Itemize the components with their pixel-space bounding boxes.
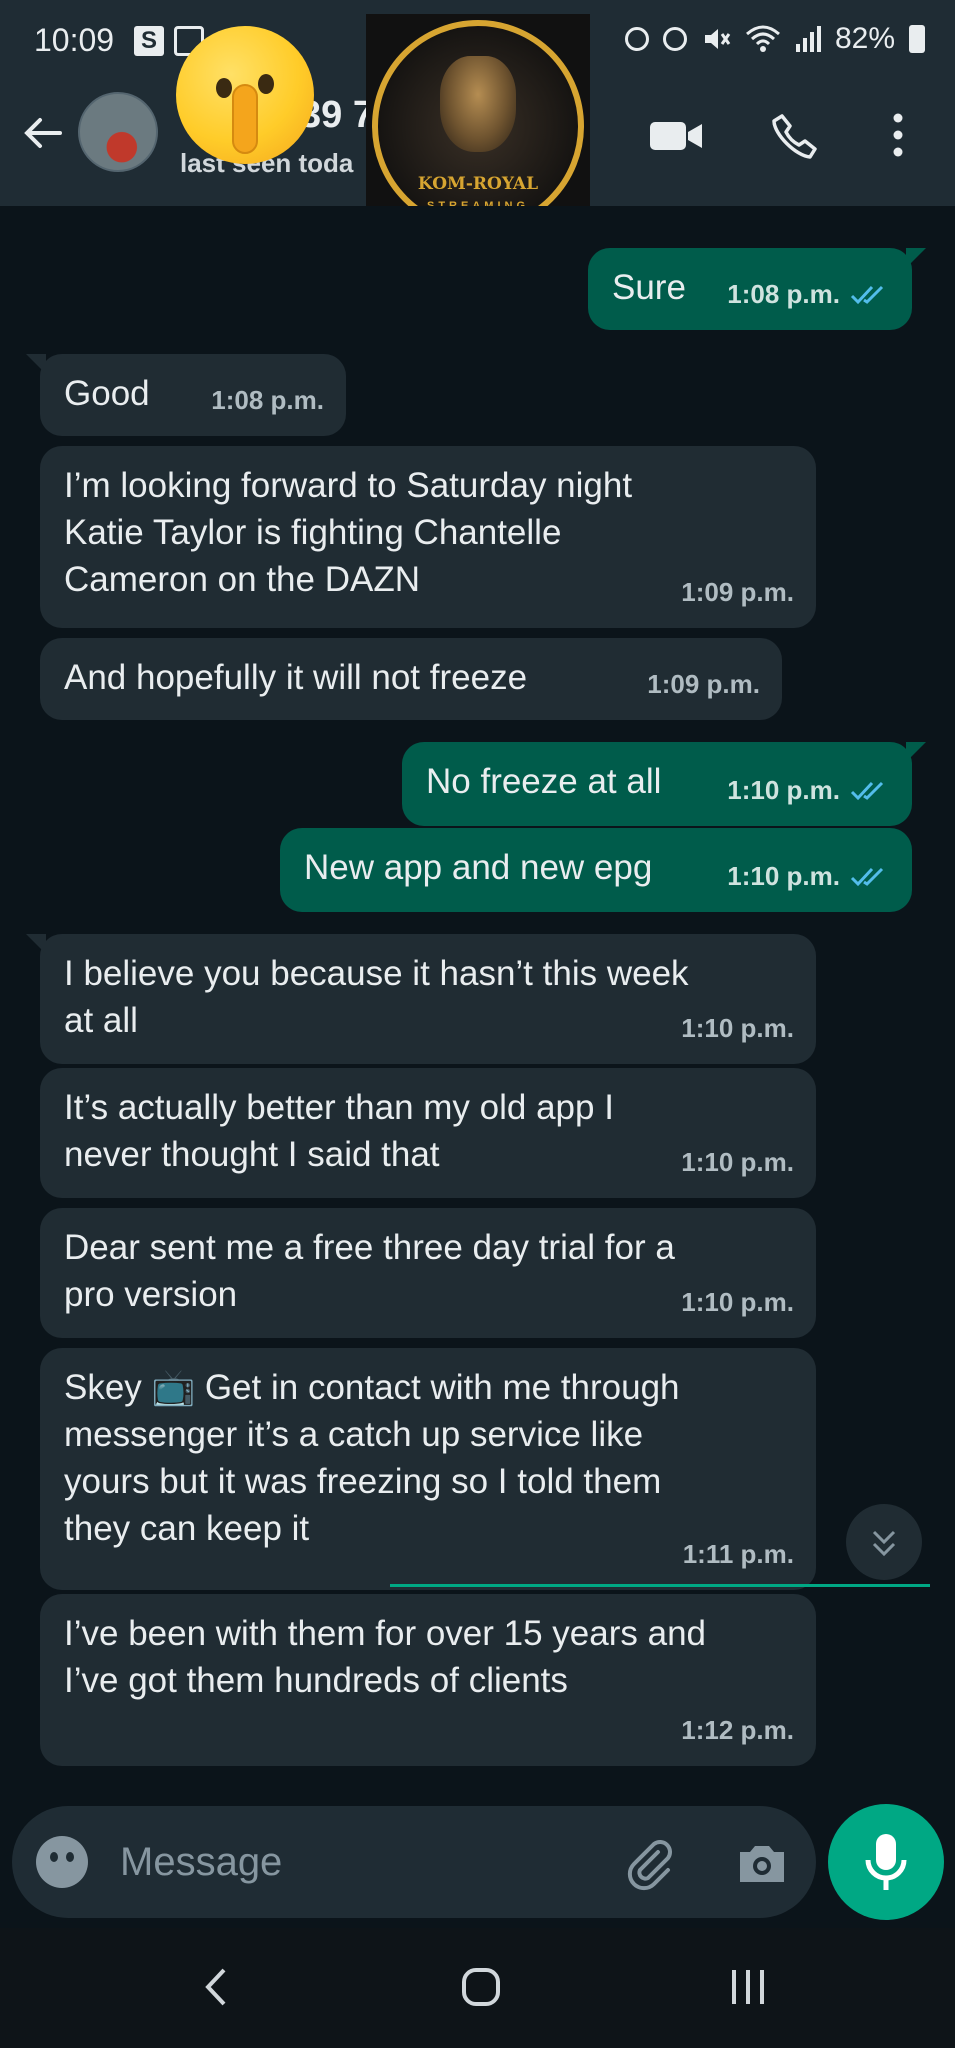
status-icons: 82% (624, 22, 925, 56)
message-outgoing[interactable]: Sure 1:08 p.m. (588, 248, 926, 330)
message-time: 1:10 p.m. (727, 775, 840, 805)
back-arrow-icon[interactable] (18, 108, 68, 158)
message-outgoing[interactable]: New app and new epg 1:10 p.m. (280, 828, 912, 912)
read-ticks-icon (850, 285, 884, 304)
system-nav-bar (0, 1928, 955, 2048)
message-time: 1:09 p.m. (681, 577, 794, 607)
message-text: And hopefully it will not freeze (64, 658, 528, 697)
nav-back-icon[interactable] (196, 1962, 236, 2012)
contact-avatar[interactable] (78, 92, 158, 172)
read-ticks-icon (850, 867, 884, 886)
alarm-icon (662, 27, 687, 51)
video-call-icon[interactable] (648, 110, 704, 160)
message-incoming[interactable]: Good 1:08 p.m. (26, 354, 346, 436)
message-incoming[interactable]: I’ve been with them for over 15 years an… (40, 1594, 816, 1766)
battery-percent: 82% (834, 22, 895, 55)
divider (390, 1584, 930, 1587)
mute-icon (704, 29, 731, 49)
battery-icon (909, 25, 925, 53)
s-app-icon: S (134, 26, 164, 56)
microphone-icon (865, 1834, 907, 1890)
message-text: New app and new epg (304, 848, 653, 887)
message-time: 1:10 p.m. (727, 861, 840, 891)
wifi-icon (745, 25, 780, 52)
message-time: 1:12 p.m. (681, 1715, 794, 1745)
message-time: 1:11 p.m. (682, 1539, 794, 1569)
attach-icon[interactable] (622, 1836, 678, 1892)
message-composer[interactable]: Message (12, 1806, 816, 1918)
message-incoming[interactable]: I believe you because it hasn’t this wee… (26, 934, 816, 1064)
emoji-icon[interactable] (36, 1836, 88, 1888)
message-time: 1:10 p.m. (681, 1287, 794, 1317)
message-time: 1:10 p.m. (681, 1147, 794, 1177)
message-meta: 1:08 p.m. (727, 271, 890, 318)
nav-recents-icon[interactable] (726, 1962, 770, 2012)
read-ticks-icon (850, 781, 884, 800)
message-text: Sure (612, 268, 686, 307)
camera-icon[interactable] (734, 1836, 790, 1892)
logo-title: KOM-ROYAL (417, 174, 539, 194)
message-input[interactable]: Message (120, 1840, 282, 1885)
status-time: 10:09 (34, 22, 115, 58)
data-saver-icon (624, 27, 649, 51)
kom-royal-logo: KOM-ROYAL STREAMING (366, 14, 590, 238)
message-list[interactable]: Sure 1:08 p.m. Good 1:08 p.m. I’m lookin… (0, 206, 955, 1804)
message-time: 1:08 p.m. (211, 385, 324, 415)
message-text: Skey 📺 Get in contact with me through me… (64, 1368, 680, 1548)
voice-message-button[interactable] (828, 1804, 944, 1920)
message-time: 1:09 p.m. (647, 669, 760, 699)
message-time: 1:10 p.m. (681, 1013, 794, 1043)
message-text: I’ve been with them for over 15 years an… (64, 1614, 707, 1700)
scroll-to-bottom-button[interactable] (846, 1504, 922, 1580)
message-time: 1:08 p.m. (727, 279, 840, 309)
message-meta: 1:10 p.m. (727, 853, 890, 900)
shushing-face-emoji (176, 26, 314, 164)
message-text: I believe you because it hasn’t this wee… (64, 954, 689, 1040)
nav-home-icon[interactable] (456, 1962, 506, 2012)
message-incoming[interactable]: Dear sent me a free three day trial for … (40, 1208, 816, 1338)
message-text: Dear sent me a free three day trial for … (64, 1228, 675, 1314)
voice-call-icon[interactable] (770, 110, 820, 160)
finger-shape (232, 84, 258, 154)
message-incoming[interactable]: It’s actually better than my old app I n… (40, 1068, 816, 1198)
message-text: I’m looking forward to Saturday night Ka… (64, 466, 633, 599)
message-incoming[interactable]: Skey 📺 Get in contact with me through me… (40, 1348, 816, 1590)
signal-icon (795, 26, 821, 52)
message-incoming[interactable]: I’m looking forward to Saturday night Ka… (40, 446, 816, 628)
message-text: No freeze at all (426, 762, 662, 801)
more-options-icon[interactable] (888, 110, 908, 160)
message-incoming[interactable]: And hopefully it will not freeze 1:09 p.… (40, 638, 782, 720)
message-text: It’s actually better than my old app I n… (64, 1088, 614, 1174)
message-meta: 1:10 p.m. (727, 767, 890, 814)
double-chevron-down-icon (872, 1530, 896, 1557)
message-text: Good (64, 374, 150, 413)
lion-image (440, 56, 516, 152)
message-outgoing[interactable]: No freeze at all 1:10 p.m. (402, 742, 926, 826)
